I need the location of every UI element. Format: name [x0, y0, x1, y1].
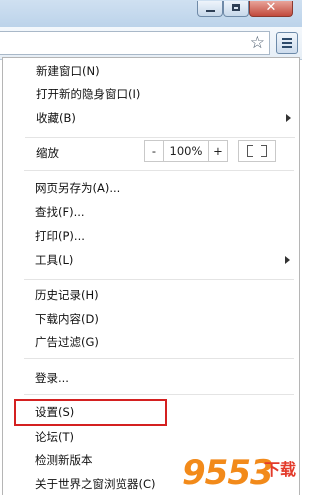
browser-toolbar: ☆	[0, 27, 302, 60]
minimize-icon	[206, 10, 215, 12]
maximize-icon	[232, 4, 240, 11]
minimize-button[interactable]	[197, 1, 223, 17]
menu-separator	[25, 137, 295, 138]
menu-separator	[24, 170, 294, 171]
hamburger-menu-icon	[282, 46, 292, 48]
menu-item-new-incognito-window[interactable]: 打开新的隐身窗口(I)	[36, 84, 140, 104]
watermark-logo-text: 下载	[263, 460, 296, 479]
fullscreen-icon	[247, 151, 253, 157]
menu-item-bookmarks[interactable]: 收藏(B)	[36, 108, 76, 128]
submenu-arrow-icon	[285, 256, 290, 264]
menu-item-tools[interactable]: 工具(L)	[35, 250, 73, 270]
zoom-in-button[interactable]: +	[208, 140, 228, 162]
hamburger-menu-icon	[282, 42, 292, 44]
menu-item-check-update[interactable]: 检测新版本	[35, 450, 93, 470]
menu-item-new-window[interactable]: 新建窗口(N)	[36, 61, 100, 81]
main-menu-button[interactable]	[276, 32, 298, 54]
menu-separator	[24, 394, 294, 395]
title-bar: ✕	[0, 0, 302, 27]
menu-separator	[24, 279, 294, 280]
zoom-out-button[interactable]: -	[144, 140, 164, 162]
menu-item-forum[interactable]: 论坛(T)	[35, 427, 74, 447]
zoom-level-value: 100%	[163, 140, 209, 162]
fullscreen-icon	[261, 151, 267, 157]
site-watermark: 9553 下载	[182, 452, 302, 495]
menu-item-sign-in[interactable]: 登录...	[35, 368, 69, 388]
maximize-button[interactable]	[223, 1, 249, 17]
submenu-arrow-icon	[286, 114, 291, 122]
menu-item-downloads[interactable]: 下载内容(D)	[35, 309, 99, 329]
zoom-label: 缩放	[36, 146, 59, 160]
menu-item-print[interactable]: 打印(P)...	[35, 226, 85, 246]
menu-item-save-page-as[interactable]: 网页另存为(A)...	[35, 178, 120, 198]
menu-separator	[24, 358, 294, 359]
star-icon[interactable]: ☆	[250, 33, 265, 53]
settings-highlight-box	[14, 399, 167, 426]
menu-item-history[interactable]: 历史记录(H)	[35, 285, 99, 305]
close-icon: ✕	[265, 0, 277, 15]
fullscreen-button[interactable]	[238, 140, 276, 162]
address-bar[interactable]: ☆	[0, 31, 270, 55]
hamburger-menu-icon	[282, 38, 292, 40]
menu-item-about[interactable]: 关于世界之窗浏览器(C)	[35, 474, 156, 494]
close-button[interactable]: ✕	[249, 0, 293, 17]
menu-item-ad-filter[interactable]: 广告过滤(G)	[35, 332, 99, 352]
menu-item-find[interactable]: 查找(F)...	[35, 202, 85, 222]
